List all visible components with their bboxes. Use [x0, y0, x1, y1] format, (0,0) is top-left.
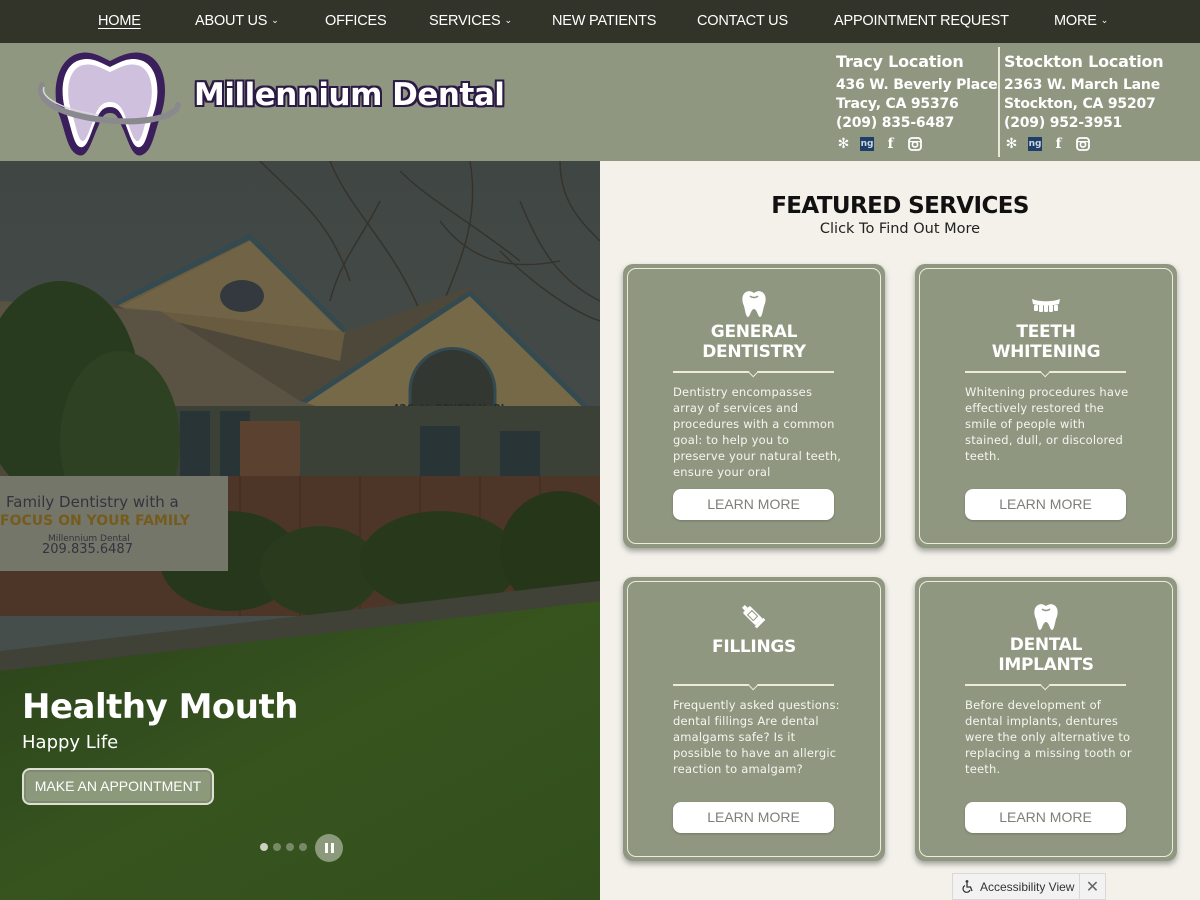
- pause-button[interactable]: [315, 834, 343, 862]
- service-card-teeth-whitening[interactable]: TEETH WHITENING Whitening procedures have…: [915, 264, 1177, 548]
- wheelchair-icon: [962, 880, 973, 893]
- facebook-icon[interactable]: f: [1051, 136, 1066, 152]
- hero-slider: 436 W BEVERLY PL Family Dentistry with a…: [0, 161, 600, 900]
- chevron-down-icon: ⌄: [1100, 15, 1109, 25]
- chevron-down-icon: ⌄: [271, 15, 279, 25]
- location-phone[interactable]: (209) 835-6487: [836, 114, 997, 133]
- slide-indicators: [260, 843, 307, 851]
- hero-title: Healthy Mouth: [22, 687, 298, 727]
- card-title: DENTAL IMPLANTS: [998, 635, 1094, 675]
- card-title: FILLINGS: [712, 637, 796, 657]
- learn-more-button[interactable]: LEARN MORE: [965, 802, 1126, 833]
- yelp-icon[interactable]: ✻: [836, 136, 851, 152]
- chevron-down-icon: ⌄: [504, 15, 512, 25]
- card-description: Frequently asked questions: dental filli…: [673, 698, 840, 776]
- hero-subtitle: Happy Life: [22, 732, 119, 753]
- yelp-icon[interactable]: ✻: [1004, 136, 1019, 152]
- card-description: Whitening procedures have effectively re…: [965, 385, 1129, 463]
- location-address: 2363 W. March Lane: [1004, 77, 1160, 93]
- learn-more-button[interactable]: LEARN MORE: [673, 802, 834, 833]
- ng-icon[interactable]: ng: [1028, 137, 1042, 151]
- learn-more-button[interactable]: LEARN MORE: [673, 489, 834, 520]
- close-icon[interactable]: ✕: [1079, 874, 1105, 899]
- social-links: ✻ ng f: [836, 135, 997, 153]
- slide-dot[interactable]: [273, 843, 281, 851]
- service-card-fillings[interactable]: FILLINGS Frequently asked questions: den…: [623, 577, 885, 861]
- card-divider: [673, 371, 834, 373]
- slide-dot[interactable]: [299, 843, 307, 851]
- instagram-icon[interactable]: [907, 137, 922, 152]
- location-title: Tracy Location: [836, 52, 964, 71]
- nav-item-services[interactable]: SERVICES ⌄: [429, 0, 512, 43]
- ng-icon[interactable]: ng: [860, 137, 874, 151]
- card-description: Before development of dental implants, d…: [965, 698, 1132, 776]
- nav-item-appointment-request[interactable]: APPOINTMENT REQUEST: [834, 0, 1009, 43]
- nav-item-offices[interactable]: OFFICES: [325, 0, 387, 43]
- location-tracy: Tracy Location 436 W. Beverly Place Trac…: [836, 52, 998, 153]
- nav-item-about-us[interactable]: ABOUT US ⌄: [195, 0, 279, 43]
- site-header: Millennium Dental Tracy Location 436 W. …: [0, 43, 1200, 161]
- service-card-dental-implants[interactable]: DENTAL IMPLANTS Before development of den…: [915, 577, 1177, 861]
- make-appointment-button[interactable]: MAKE AN APPOINTMENT: [22, 768, 214, 805]
- card-divider: [965, 371, 1126, 373]
- accessibility-widget: Accessibility View ✕: [952, 873, 1106, 900]
- nav-item-more[interactable]: MORE ⌄: [1054, 0, 1108, 43]
- tooth-logo-icon[interactable]: [36, 47, 184, 159]
- location-city: Tracy, CA 95376: [836, 96, 959, 112]
- card-description: Dentistry encompasses array of services …: [673, 385, 842, 479]
- tooth-icon: [915, 601, 1177, 633]
- location-city: Stockton, CA 95207: [1004, 96, 1156, 112]
- brand-name[interactable]: Millennium Dental: [194, 77, 505, 113]
- card-divider: [965, 684, 1126, 686]
- featured-services-subtitle: Click To Find Out More: [819, 221, 981, 237]
- featured-services-title: FEATURED SERVICES: [771, 193, 1029, 219]
- service-card-general-dentistry[interactable]: GENERAL DENTISTRY Dentistry encompasses a…: [623, 264, 885, 548]
- social-links: ✻ ng f: [1004, 135, 1163, 153]
- top-navigation: HOME ABOUT US ⌄ OFFICES SERVICES ⌄ NEW PAT…: [0, 0, 1200, 43]
- location-phone[interactable]: (209) 952-3951: [1004, 114, 1163, 133]
- location-title: Stockton Location: [1004, 52, 1164, 71]
- learn-more-button[interactable]: LEARN MORE: [965, 489, 1126, 520]
- location-stockton: Stockton Location 2363 W. March Lane Sto…: [1004, 52, 1164, 153]
- slide-dot[interactable]: [260, 843, 268, 851]
- instagram-icon[interactable]: [1075, 137, 1090, 152]
- card-divider: [673, 684, 834, 686]
- card-title: TEETH WHITENING: [991, 322, 1101, 362]
- location-divider: [998, 47, 1000, 157]
- location-address: 436 W. Beverly Place: [836, 77, 998, 93]
- facebook-icon[interactable]: f: [883, 136, 898, 152]
- nav-item-home[interactable]: HOME: [98, 0, 141, 43]
- accessibility-view-button[interactable]: Accessibility View: [953, 874, 1079, 899]
- tooth-icon: [623, 288, 885, 320]
- pause-icon: [324, 843, 328, 853]
- teeth-row-icon: [915, 288, 1177, 320]
- slide-dot[interactable]: [286, 843, 294, 851]
- nav-item-contact-us[interactable]: CONTACT US: [697, 0, 788, 43]
- nav-item-new-patients[interactable]: NEW PATIENTS: [552, 0, 656, 43]
- filling-tube-icon: [623, 601, 885, 633]
- card-title: GENERAL DENTISTRY: [702, 322, 806, 362]
